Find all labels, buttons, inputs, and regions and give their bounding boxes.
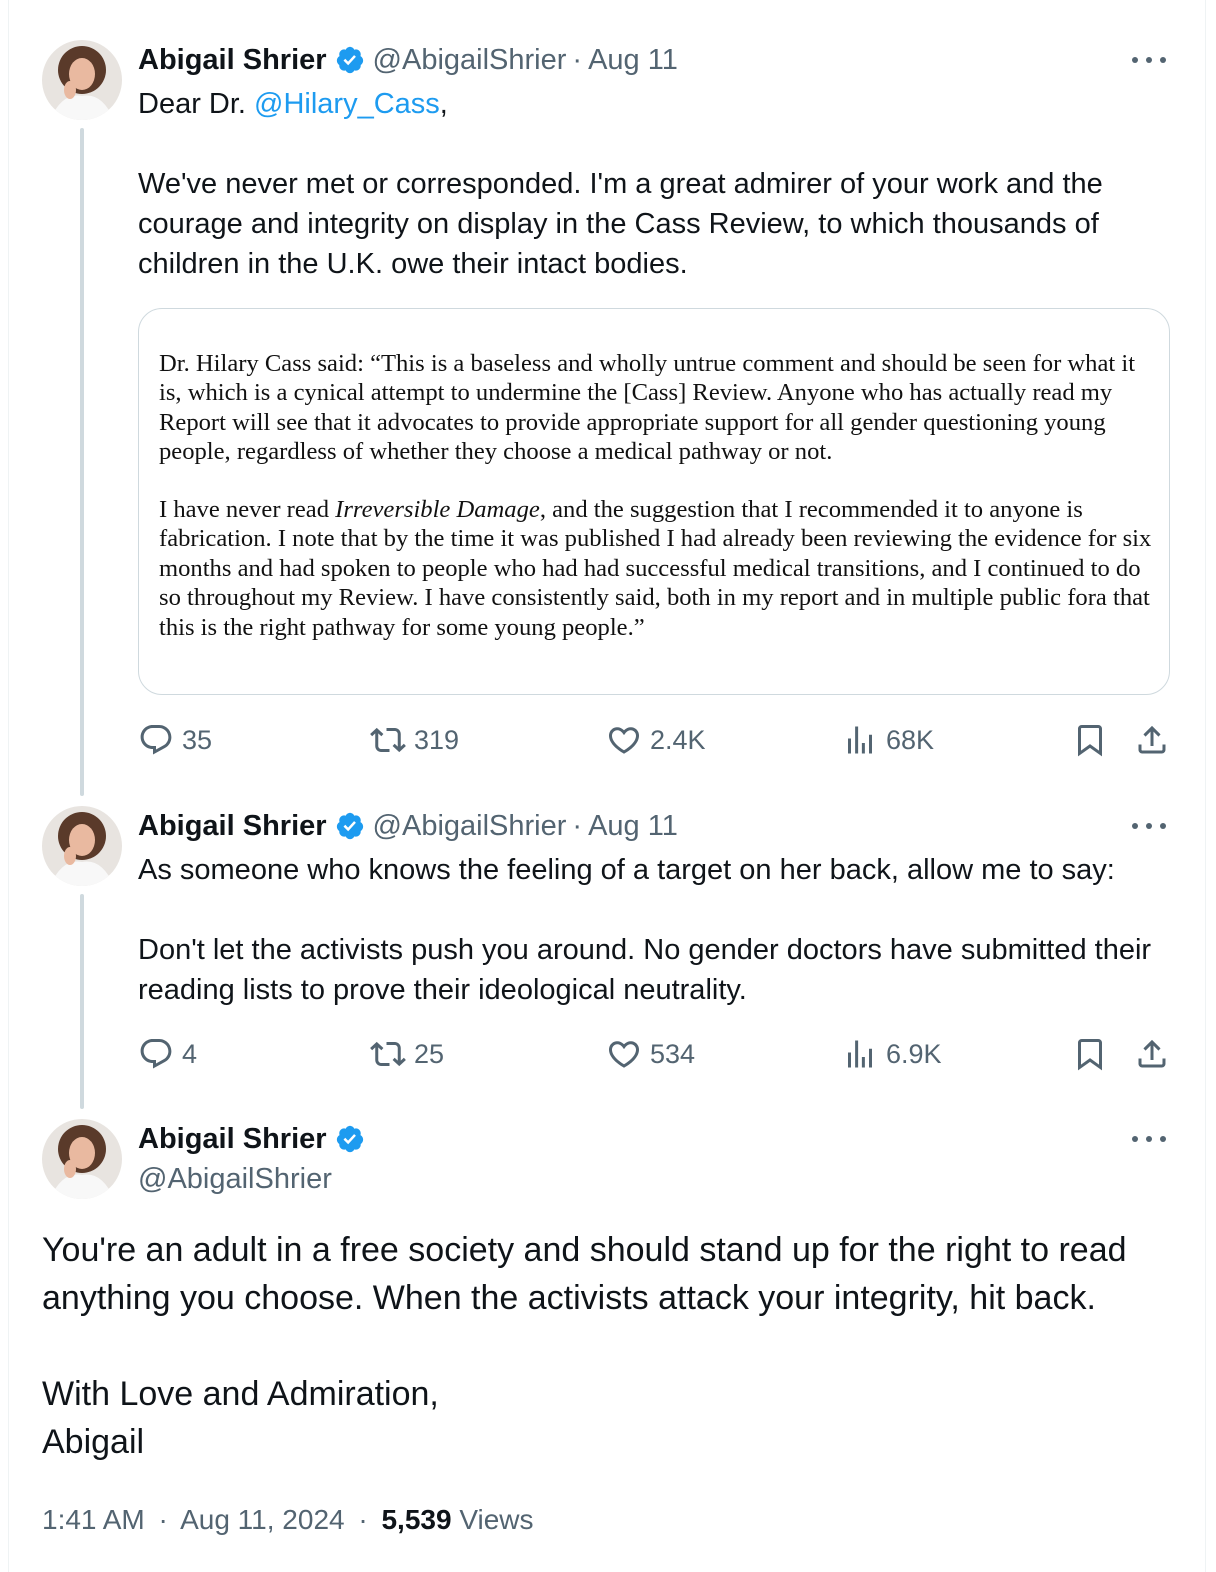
like-count: 2.4K <box>650 724 706 755</box>
repost-count: 25 <box>414 1038 445 1069</box>
quote-paragraph-2: I have never read Irreversible Damage, a… <box>159 495 1159 642</box>
reply-icon <box>140 725 172 755</box>
tweet-metadata: 1:41 AM · Aug 11, 2024 · 5,539 Views <box>42 1500 534 1540</box>
separator-dot: · <box>358 1504 368 1535</box>
views-icon <box>848 1040 872 1068</box>
like-button[interactable]: 2.4K <box>606 720 706 760</box>
separator-dot: · <box>158 1504 168 1535</box>
reply-count: 4 <box>182 1038 198 1069</box>
reply-count: 35 <box>182 724 213 755</box>
separator-dot: · <box>572 43 583 76</box>
share-button[interactable] <box>1134 720 1170 760</box>
reply-icon <box>140 1039 172 1069</box>
views-icon <box>848 726 872 754</box>
reply-button[interactable]: 4 <box>138 1034 197 1074</box>
bookmark-icon <box>1078 725 1102 757</box>
display-name[interactable]: Abigail Shrier <box>138 810 327 843</box>
tweet-header: Abigail Shrier <box>138 1119 373 1159</box>
tweet-actions: 4 25 534 6.9K <box>138 1034 1178 1074</box>
views-count: 68K <box>886 724 935 755</box>
repost-icon <box>370 1041 406 1067</box>
tweet-text-body: Don't let the activists push you around.… <box>138 934 1160 1006</box>
more-icon[interactable] <box>1132 816 1166 836</box>
tweet-text-suffix: , <box>439 88 448 120</box>
share-icon <box>1138 1039 1166 1068</box>
share-icon <box>1138 725 1166 754</box>
more-icon[interactable] <box>1132 50 1166 70</box>
bookmark-button[interactable] <box>1072 1034 1108 1074</box>
handle[interactable]: @AbigailShrier <box>373 810 567 843</box>
thread-line-1 <box>80 128 84 796</box>
tweet-text-body: We've never met or corresponded. I'm a g… <box>138 168 1111 280</box>
like-count: 534 <box>650 1038 696 1069</box>
bookmark-icon <box>1078 1039 1102 1071</box>
views-button[interactable]: 68K <box>842 720 934 760</box>
like-icon <box>608 1041 640 1068</box>
main-tweet-text: You're an adult in a free society and sh… <box>42 1231 1127 1461</box>
tweet-header: Abigail Shrier @AbigailShrier · Aug 11 <box>138 40 678 80</box>
bookmark-button[interactable] <box>1072 720 1108 760</box>
verified-badge-icon <box>336 1125 363 1153</box>
more-icon[interactable] <box>1132 1129 1166 1149</box>
handle[interactable]: @AbigailShrier <box>138 1159 332 1199</box>
avatar-image <box>42 806 122 886</box>
tweet-text: Dear Dr. @Hilary_Cass, <box>138 84 1178 124</box>
tweet-date[interactable]: Aug 11 <box>588 810 678 843</box>
like-icon <box>608 727 640 754</box>
quoted-image-card[interactable]: Dr. Hilary Cass said: “This is a baseles… <box>138 308 1170 695</box>
repost-icon <box>370 727 406 753</box>
quote-book-title: Irreversible Damage <box>335 496 540 523</box>
separator-dot: · <box>572 809 583 842</box>
verified-badge-icon <box>336 812 363 840</box>
avatar[interactable] <box>42 1119 122 1199</box>
tweet-text-prefix: Dear Dr. <box>138 88 255 120</box>
tweet-header: Abigail Shrier @AbigailShrier · Aug 11 <box>138 806 678 846</box>
tweet-text: As someone who knows the feeling of a ta… <box>138 854 1115 886</box>
repost-button[interactable]: 25 <box>370 1034 444 1074</box>
quote-para2-before: I have never read <box>159 496 336 523</box>
avatar[interactable] <box>42 40 122 120</box>
reply-button[interactable]: 35 <box>138 720 212 760</box>
avatar[interactable] <box>42 806 122 886</box>
share-button[interactable] <box>1134 1034 1170 1074</box>
views-button[interactable]: 6.9K <box>842 1034 942 1074</box>
handle[interactable]: @AbigailShrier <box>373 44 567 77</box>
views-count: 6.9K <box>886 1038 942 1069</box>
repost-count: 319 <box>414 724 460 755</box>
quote-paragraph-1: Dr. Hilary Cass said: “This is a baseles… <box>159 350 1142 466</box>
avatar-image <box>42 40 122 120</box>
mention-link[interactable]: @Hilary_Cass <box>254 88 440 120</box>
avatar-image <box>42 1119 122 1199</box>
tweet-full-date[interactable]: Aug 11, 2024 <box>180 1504 345 1535</box>
views-label: Views <box>459 1504 534 1535</box>
verified-badge-icon <box>336 46 363 74</box>
display-name[interactable]: Abigail Shrier <box>138 44 327 77</box>
display-name[interactable]: Abigail Shrier <box>138 1123 327 1156</box>
tweet-time[interactable]: 1:41 AM <box>42 1504 145 1535</box>
tweet-date[interactable]: Aug 11 <box>588 44 678 77</box>
views-total: 5,539 <box>381 1504 452 1535</box>
thread-line-2 <box>80 894 84 1109</box>
tweet-actions: 35 319 2.4K 68K <box>138 720 1178 760</box>
like-button[interactable]: 534 <box>606 1034 695 1074</box>
repost-button[interactable]: 319 <box>370 720 459 760</box>
